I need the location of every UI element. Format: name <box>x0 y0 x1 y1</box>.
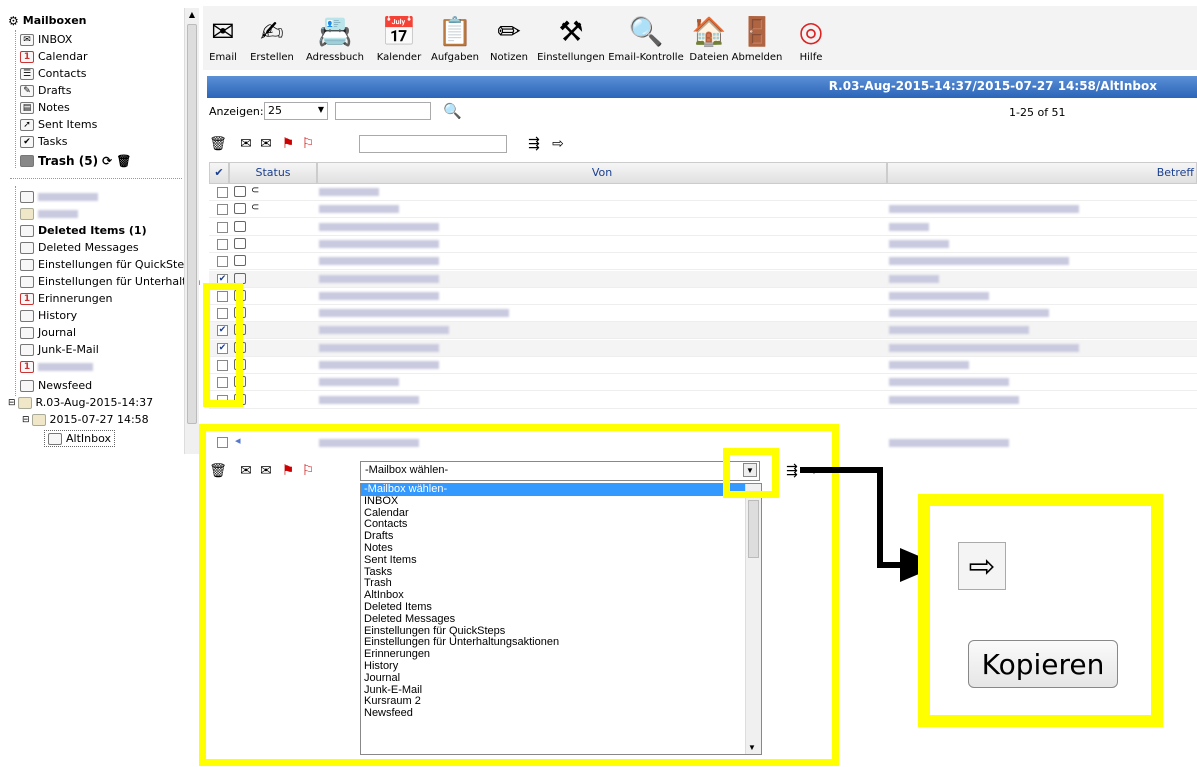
copy-icon: ⇨ <box>958 542 1006 590</box>
zoom-callout: ⇨ Kopieren <box>918 494 1163 727</box>
kopieren-button[interactable]: Kopieren <box>968 640 1118 688</box>
